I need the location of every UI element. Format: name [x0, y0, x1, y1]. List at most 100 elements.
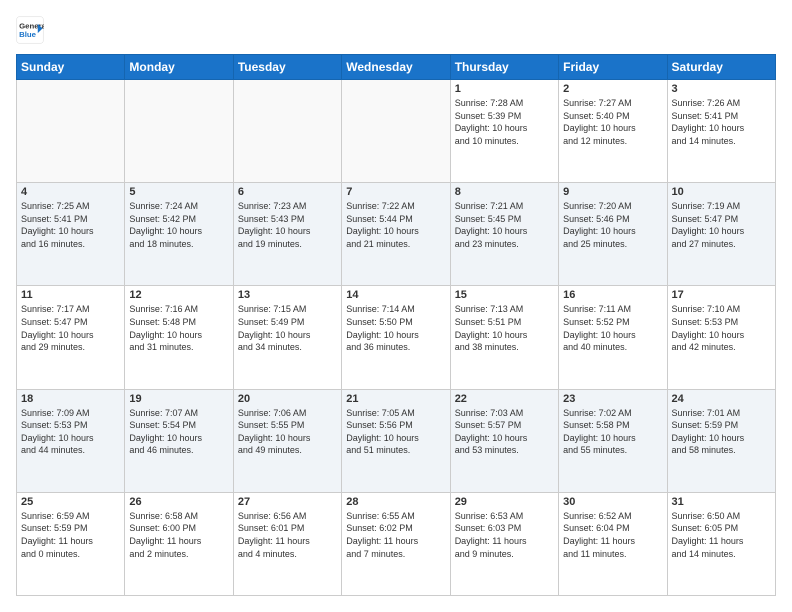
day-info: Sunrise: 7:19 AM Sunset: 5:47 PM Dayligh… — [672, 200, 771, 250]
day-number: 2 — [563, 83, 662, 95]
calendar-cell: 12 Sunrise: 7:16 AM Sunset: 5:48 PM Dayli… — [125, 286, 233, 389]
day-info: Sunrise: 7:09 AM Sunset: 5:53 PM Dayligh… — [21, 407, 120, 457]
calendar-cell: 22 Sunrise: 7:03 AM Sunset: 5:57 PM Dayli… — [450, 389, 558, 492]
day-info: Sunrise: 7:03 AM Sunset: 5:57 PM Dayligh… — [455, 407, 554, 457]
day-info: Sunrise: 7:07 AM Sunset: 5:54 PM Dayligh… — [129, 407, 228, 457]
day-number: 9 — [563, 186, 662, 198]
calendar-cell: 11Sunrise: 7:17 AM Sunset: 5:47 PM Dayli… — [17, 286, 125, 389]
calendar-cell: 6Sunrise: 7:23 AM Sunset: 5:43 PM Daylig… — [233, 183, 341, 286]
day-info: Sunrise: 6:58 AM Sunset: 6:00 PM Dayligh… — [129, 510, 228, 560]
day-number: 19 — [129, 393, 228, 405]
day-info: Sunrise: 7:21 AM Sunset: 5:45 PM Dayligh… — [455, 200, 554, 250]
calendar-cell: 5 Sunrise: 7:24 AM Sunset: 5:42 PM Daylig… — [125, 183, 233, 286]
day-info: Sunrise: 7:20 AM Sunset: 5:46 PM Dayligh… — [563, 200, 662, 250]
day-number: 27 — [238, 496, 337, 508]
calendar-cell: 2 Sunrise: 7:27 AM Sunset: 5:40 PM Daylig… — [559, 80, 667, 183]
day-info: Sunrise: 7:02 AM Sunset: 5:58 PM Dayligh… — [563, 407, 662, 457]
day-info: Sunrise: 6:55 AM Sunset: 6:02 PM Dayligh… — [346, 510, 445, 560]
day-info: Sunrise: 7:11 AM Sunset: 5:52 PM Dayligh… — [563, 303, 662, 353]
calendar-cell: 16 Sunrise: 7:11 AM Sunset: 5:52 PM Dayli… — [559, 286, 667, 389]
day-number: 7 — [346, 186, 445, 198]
day-info: Sunrise: 7:14 AM Sunset: 5:50 PM Dayligh… — [346, 303, 445, 353]
calendar-cell: 15 Sunrise: 7:13 AM Sunset: 5:51 PM Dayli… — [450, 286, 558, 389]
day-info: Sunrise: 7:24 AM Sunset: 5:42 PM Dayligh… — [129, 200, 228, 250]
calendar-cell — [125, 80, 233, 183]
calendar-week-row: 4Sunrise: 7:25 AM Sunset: 5:41 PM Daylig… — [17, 183, 776, 286]
day-number: 25 — [21, 496, 120, 508]
calendar-week-row: 11Sunrise: 7:17 AM Sunset: 5:47 PM Dayli… — [17, 286, 776, 389]
calendar-cell: 23 Sunrise: 7:02 AM Sunset: 5:58 PM Dayli… — [559, 389, 667, 492]
day-info: Sunrise: 6:53 AM Sunset: 6:03 PM Dayligh… — [455, 510, 554, 560]
calendar-cell: 1 Sunrise: 7:28 AM Sunset: 5:39 PM Daylig… — [450, 80, 558, 183]
calendar-cell: 8 Sunrise: 7:21 AM Sunset: 5:45 PM Daylig… — [450, 183, 558, 286]
calendar-cell: 9 Sunrise: 7:20 AM Sunset: 5:46 PM Daylig… — [559, 183, 667, 286]
page: General Blue SundayMondayTuesdayWednesda… — [0, 0, 792, 612]
calendar-cell — [342, 80, 450, 183]
day-info: Sunrise: 7:25 AM Sunset: 5:41 PM Dayligh… — [21, 200, 120, 250]
day-number: 12 — [129, 289, 228, 301]
calendar-cell: 28 Sunrise: 6:55 AM Sunset: 6:02 PM Dayli… — [342, 492, 450, 595]
calendar-cell: 21 Sunrise: 7:05 AM Sunset: 5:56 PM Dayli… — [342, 389, 450, 492]
column-header-wednesday: Wednesday — [342, 55, 450, 80]
column-header-thursday: Thursday — [450, 55, 558, 80]
calendar-week-row: 18Sunrise: 7:09 AM Sunset: 5:53 PM Dayli… — [17, 389, 776, 492]
day-number: 14 — [346, 289, 445, 301]
day-info: Sunrise: 6:52 AM Sunset: 6:04 PM Dayligh… — [563, 510, 662, 560]
calendar-cell: 25 Sunrise: 6:59 AM Sunset: 5:59 PM Dayli… — [17, 492, 125, 595]
calendar-cell: 24 Sunrise: 7:01 AM Sunset: 5:59 PM Dayli… — [667, 389, 775, 492]
day-number: 1 — [455, 83, 554, 95]
day-info: Sunrise: 7:05 AM Sunset: 5:56 PM Dayligh… — [346, 407, 445, 457]
day-number: 26 — [129, 496, 228, 508]
calendar-cell: 18Sunrise: 7:09 AM Sunset: 5:53 PM Dayli… — [17, 389, 125, 492]
svg-text:Blue: Blue — [19, 30, 37, 39]
day-number: 16 — [563, 289, 662, 301]
day-number: 29 — [455, 496, 554, 508]
day-number: 30 — [563, 496, 662, 508]
day-info: Sunrise: 7:28 AM Sunset: 5:39 PM Dayligh… — [455, 97, 554, 147]
day-number: 22 — [455, 393, 554, 405]
day-info: Sunrise: 7:23 AM Sunset: 5:43 PM Dayligh… — [238, 200, 337, 250]
day-info: Sunrise: 6:50 AM Sunset: 6:05 PM Dayligh… — [672, 510, 771, 560]
day-info: Sunrise: 7:15 AM Sunset: 5:49 PM Dayligh… — [238, 303, 337, 353]
calendar-cell: 29 Sunrise: 6:53 AM Sunset: 6:03 PM Dayli… — [450, 492, 558, 595]
column-header-tuesday: Tuesday — [233, 55, 341, 80]
calendar-week-row: 1 Sunrise: 7:28 AM Sunset: 5:39 PM Daylig… — [17, 80, 776, 183]
calendar-cell: 7 Sunrise: 7:22 AM Sunset: 5:44 PM Daylig… — [342, 183, 450, 286]
calendar-cell: 4Sunrise: 7:25 AM Sunset: 5:41 PM Daylig… — [17, 183, 125, 286]
logo: General Blue — [16, 16, 44, 44]
day-number: 3 — [672, 83, 771, 95]
day-info: Sunrise: 7:01 AM Sunset: 5:59 PM Dayligh… — [672, 407, 771, 457]
column-header-sunday: Sunday — [17, 55, 125, 80]
calendar-cell: 13Sunrise: 7:15 AM Sunset: 5:49 PM Dayli… — [233, 286, 341, 389]
column-header-monday: Monday — [125, 55, 233, 80]
day-info: Sunrise: 7:27 AM Sunset: 5:40 PM Dayligh… — [563, 97, 662, 147]
calendar-cell: 14 Sunrise: 7:14 AM Sunset: 5:50 PM Dayli… — [342, 286, 450, 389]
calendar-cell — [233, 80, 341, 183]
day-info: Sunrise: 7:10 AM Sunset: 5:53 PM Dayligh… — [672, 303, 771, 353]
day-number: 21 — [346, 393, 445, 405]
day-number: 23 — [563, 393, 662, 405]
day-number: 10 — [672, 186, 771, 198]
calendar-cell: 3 Sunrise: 7:26 AM Sunset: 5:41 PM Daylig… — [667, 80, 775, 183]
calendar-cell: 17 Sunrise: 7:10 AM Sunset: 5:53 PM Dayli… — [667, 286, 775, 389]
day-number: 24 — [672, 393, 771, 405]
day-number: 17 — [672, 289, 771, 301]
day-info: Sunrise: 6:59 AM Sunset: 5:59 PM Dayligh… — [21, 510, 120, 560]
calendar-cell: 31 Sunrise: 6:50 AM Sunset: 6:05 PM Dayli… — [667, 492, 775, 595]
day-number: 11 — [21, 289, 120, 301]
calendar-cell: 20Sunrise: 7:06 AM Sunset: 5:55 PM Dayli… — [233, 389, 341, 492]
logo-icon: General Blue — [16, 16, 44, 44]
calendar-week-row: 25 Sunrise: 6:59 AM Sunset: 5:59 PM Dayli… — [17, 492, 776, 595]
day-info: Sunrise: 7:26 AM Sunset: 5:41 PM Dayligh… — [672, 97, 771, 147]
day-number: 8 — [455, 186, 554, 198]
day-number: 5 — [129, 186, 228, 198]
day-info: Sunrise: 7:22 AM Sunset: 5:44 PM Dayligh… — [346, 200, 445, 250]
day-info: Sunrise: 6:56 AM Sunset: 6:01 PM Dayligh… — [238, 510, 337, 560]
calendar-cell: 26 Sunrise: 6:58 AM Sunset: 6:00 PM Dayli… — [125, 492, 233, 595]
day-number: 15 — [455, 289, 554, 301]
day-info: Sunrise: 7:16 AM Sunset: 5:48 PM Dayligh… — [129, 303, 228, 353]
day-number: 28 — [346, 496, 445, 508]
day-number: 31 — [672, 496, 771, 508]
day-info: Sunrise: 7:13 AM Sunset: 5:51 PM Dayligh… — [455, 303, 554, 353]
calendar-cell: 27 Sunrise: 6:56 AM Sunset: 6:01 PM Dayli… — [233, 492, 341, 595]
